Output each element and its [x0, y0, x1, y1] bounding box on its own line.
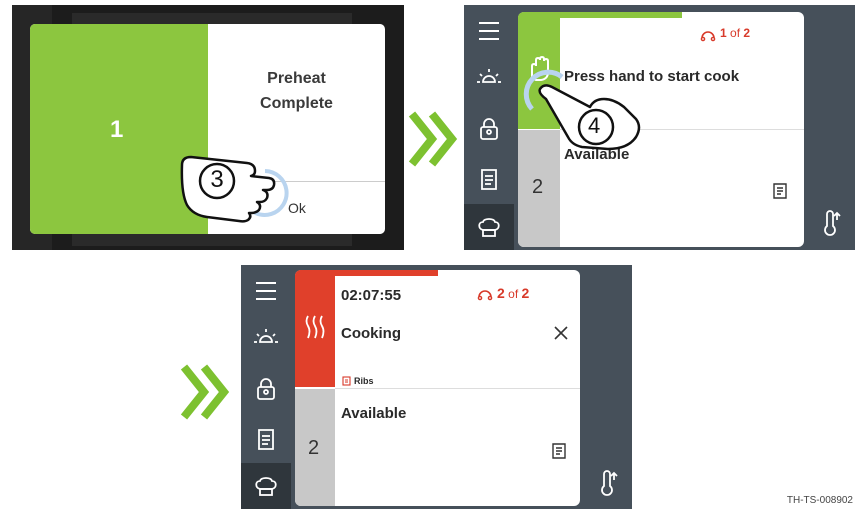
slot-2-indicator: 2: [295, 389, 335, 506]
probe-icon: [477, 290, 493, 301]
recipe-tag-icon: [342, 376, 351, 386]
slot-1-indicator: [295, 270, 335, 387]
cook-status: Cooking: [341, 325, 401, 342]
step-badge: 3: [210, 166, 224, 193]
recipe-book-icon[interactable]: [551, 442, 567, 460]
screen-cooking: 02:07:55 2 of 2 Cooking Ribs 2 Available: [241, 265, 632, 509]
slot-divider: [335, 388, 580, 389]
cook-timer: 02:07:55: [341, 287, 402, 304]
recipe-book-icon[interactable]: [772, 182, 788, 200]
menu-icon[interactable]: [241, 271, 291, 311]
step-badge: 4: [588, 113, 601, 138]
right-panel: [807, 5, 855, 250]
chef-hat-icon[interactable]: [241, 463, 291, 509]
recipe-book-icon[interactable]: [464, 159, 514, 199]
slot-number: 2: [532, 176, 544, 198]
menu-icon[interactable]: [464, 11, 514, 51]
probe-thermometer-icon[interactable]: [597, 470, 619, 498]
lock-icon[interactable]: [241, 369, 291, 409]
slot-number: 2: [308, 437, 320, 459]
recipe-name: Ribs: [354, 376, 374, 386]
chef-hat-icon[interactable]: [464, 204, 514, 250]
sidebar: [464, 5, 514, 250]
brightness-icon[interactable]: [464, 59, 514, 99]
oven-slots: 02:07:55 2 of 2 Cooking Ribs 2 Available: [295, 270, 580, 506]
document-code: TH-TS-008902: [786, 495, 853, 506]
heat-waves-icon: [305, 315, 325, 339]
recipe-book-icon[interactable]: [241, 419, 291, 459]
brightness-icon[interactable]: [241, 319, 291, 359]
dialog-title: Preheat Complete: [260, 70, 333, 112]
slot-number: 1: [110, 116, 124, 143]
next-step-arrow-icon: [408, 111, 458, 167]
probe-thermometer-icon[interactable]: [820, 210, 842, 238]
next-step-arrow-icon: [180, 364, 230, 420]
probe-counter: 1 of 2: [720, 26, 751, 40]
close-icon[interactable]: [553, 325, 569, 341]
probe-icon: [700, 31, 716, 42]
right-panel: [584, 265, 632, 509]
probe-counter: 2 of 2: [497, 285, 530, 301]
screen-preheat: 1 Preheat Complete Ok 3: [12, 5, 404, 250]
slot-2-status[interactable]: Available: [341, 405, 406, 422]
lock-icon[interactable]: [464, 109, 514, 149]
screen-start-cook: 1 of 2 Press hand to start cook 2 Availa…: [464, 5, 855, 250]
sidebar: [241, 265, 291, 509]
pointing-hand-icon: [180, 155, 276, 223]
